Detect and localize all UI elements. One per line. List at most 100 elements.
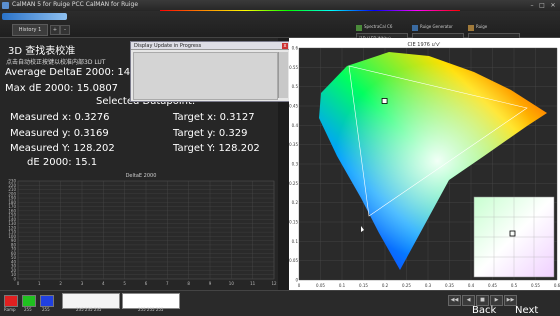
max-delta-e: Max dE 2000: 15.0807 [5, 83, 119, 94]
page-title: 3D 查找表校准 [8, 46, 76, 57]
cie-x-tick-label: 0.3 [425, 283, 432, 288]
display-label: Ruige [476, 24, 488, 29]
cie-y-tick-label: 0.3 [292, 162, 299, 167]
y-tick-label: 10 [11, 272, 17, 277]
x-tick-label: 7 [166, 281, 169, 286]
add-tab-button[interactable]: + [50, 25, 60, 35]
cie-x-tick-label: 0 [298, 283, 301, 288]
meter-icon [356, 25, 362, 31]
cie-y-tick-label: 0.35 [289, 142, 298, 147]
back-button[interactable]: Back [472, 305, 504, 316]
cie-x-tick-label: 0.2 [382, 283, 389, 288]
x-tick-label: 5 [123, 281, 126, 286]
delta-e-chart: DeltaE 2000 0 10 20 30 40 50 60 70 80 90 100 110 120… [4, 171, 278, 290]
cie-x-tick-label: 0.05 [316, 283, 325, 288]
cie-y-tick-label: 0.15 [289, 220, 298, 225]
page-subtitle: 点击自动校正按键以校准内部3D LUT [6, 59, 106, 66]
target-x: Target x: 0.3127 [173, 112, 255, 123]
cie-x-tick-label: 0.55 [531, 283, 540, 288]
x-tick-label: 11 [250, 281, 256, 286]
y-tick-label: 110 [8, 230, 16, 235]
cie-y-tick-label: 0.2 [292, 200, 299, 205]
measured-luminance: Measured Y: 128.202 [10, 143, 115, 154]
cie-x-tick-label: 0.6 [554, 283, 560, 288]
minimize-button[interactable]: – [528, 2, 536, 9]
dialog-progress-area [133, 52, 278, 100]
cie-y-tick-label: 0.6 [292, 46, 299, 51]
ribbon-brand-tab[interactable] [2, 13, 67, 20]
ramp-patch-label: Ramp [4, 307, 16, 312]
cie-y-tick-label: 0.45 [289, 104, 298, 109]
y-tick-label: 170 [8, 204, 16, 209]
generator-icon [412, 25, 418, 31]
y-tick-label: 230 [8, 179, 16, 184]
meter-label: SpectraCal C6 [364, 24, 393, 29]
y-tick-label: 20 [11, 268, 17, 273]
generator-label: Ruige Generator [420, 24, 453, 29]
measured-y: Measured y: 0.3169 [10, 128, 109, 139]
patch-blue[interactable] [40, 295, 54, 307]
average-delta-e: Average DeltaE 2000: 14.7 [5, 67, 140, 78]
y-tick-label: 210 [8, 187, 16, 192]
x-tick-label: 4 [102, 281, 105, 286]
y-tick-label: 120 [8, 225, 16, 230]
measured-x: Measured x: 0.3276 [10, 112, 110, 123]
status-bar: Ramp 255 255 235 235 235 255 255 255 ◀◀ … [0, 290, 560, 316]
cie-x-tick-label: 0.15 [359, 283, 368, 288]
next-button[interactable]: Next [515, 305, 547, 316]
y-tick-label: 40 [11, 259, 17, 264]
x-tick-label: 10 [229, 281, 235, 286]
delta-e-2000: dE 2000: 15.1 [27, 157, 98, 168]
app-icon [2, 2, 9, 9]
cie-y-tick-label: 0.1 [292, 239, 299, 244]
cie-y-tick-label: 0.25 [289, 181, 298, 186]
y-tick-label: 220 [8, 183, 16, 188]
delta-e-chart-title: DeltaE 2000 [126, 173, 157, 179]
display-icon [468, 25, 474, 31]
dialog-close-button[interactable]: x [282, 43, 288, 49]
rewind-button[interactable]: ◀◀ [448, 295, 461, 306]
patch-green-label: 255 [24, 307, 32, 312]
cie-y-tick-label: 0.5 [292, 84, 299, 89]
display-update-dialog: Display Update in Progress x [130, 41, 290, 102]
y-tick-label: 80 [11, 242, 17, 247]
cie-x-tick-label: 0.35 [445, 283, 454, 288]
delta-e-chart-svg: DeltaE 2000 0102030405060708090100110120… [8, 173, 277, 286]
remove-tab-button[interactable]: – [60, 25, 70, 35]
dialog-scrollbar[interactable] [278, 52, 288, 98]
x-tick-label: 3 [81, 281, 84, 286]
cie-x-tick-label: 0.4 [468, 283, 475, 288]
x-tick-label: 1 [38, 281, 41, 286]
close-button[interactable]: ✕ [549, 2, 557, 9]
dialog-title: Display Update in Progress [131, 42, 289, 50]
cie-diagram: CIE 1976 u'v' 0 0.05 0.1 0.15 0.2 0.25 0.3 0.35… [289, 38, 560, 290]
ramp-patch-red[interactable] [4, 295, 18, 307]
x-tick-label: 9 [209, 281, 212, 286]
y-tick-label: 200 [8, 191, 16, 196]
y-tick-label: 70 [11, 247, 17, 252]
patch-235-label: 235 235 235 [76, 307, 102, 312]
maximize-button[interactable]: □ [538, 2, 546, 9]
target-y: Target y: 0.329 [173, 128, 248, 139]
y-tick-label: 180 [8, 200, 16, 205]
patch-blue-label: 255 [42, 307, 50, 312]
cie-diagram-svg: CIE 1976 u'v' 0 0.05 0.1 0.15 0.2 0.25 0.3 0.35… [289, 38, 560, 290]
cie-x-tick-label: 0.5 [511, 283, 518, 288]
cie-y-tick-label: 0.4 [292, 123, 299, 128]
tab-history-1[interactable]: History 1 [12, 24, 48, 36]
title-bar: CalMAN 5 for Ruige PCC CalMAN for Ruige … [0, 0, 560, 11]
cie-diagram-title: CIE 1976 u'v' [408, 42, 441, 48]
cie-y-tick-label: 0.55 [289, 65, 298, 70]
cie-y-tick-label: 0.05 [289, 258, 298, 263]
cie-x-tick-label: 0.25 [402, 283, 411, 288]
x-tick-label: 8 [187, 281, 190, 286]
x-tick-label: 12 [271, 281, 277, 286]
patch-255-label: 255 255 255 [138, 307, 164, 312]
x-tick-label: 2 [59, 281, 62, 286]
y-tick-label: 140 [8, 217, 16, 222]
cie-x-tick-label: 0.45 [488, 283, 497, 288]
x-tick-label: 0 [17, 281, 20, 286]
measured-point-marker[interactable] [381, 98, 388, 104]
patch-green[interactable] [22, 295, 36, 307]
window-title: CalMAN 5 for Ruige PCC CalMAN for Ruige [12, 1, 139, 8]
